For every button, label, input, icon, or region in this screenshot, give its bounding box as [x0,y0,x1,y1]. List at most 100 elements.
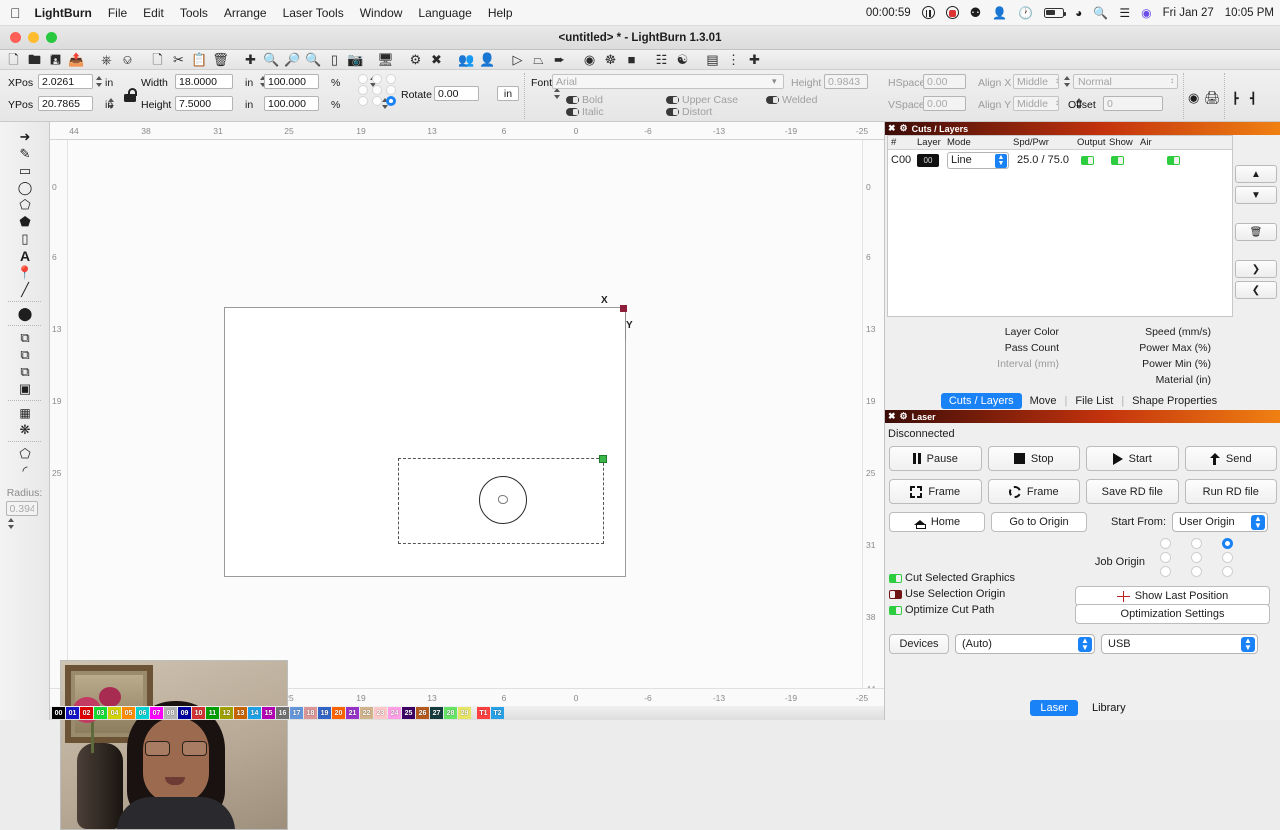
rotate-icon[interactable]: ➨ [550,51,569,69]
small-blob-shape[interactable] [498,495,508,504]
layer-color-palette[interactable]: 00 01 02 03 04 05 06 07 08 09 10 11 12 13 14 15 16 17 18 19… [50,706,934,720]
menu-language[interactable]: Language [418,6,471,20]
move-down-button[interactable]: ▼ [1235,186,1277,204]
cut-selected-graphics-toggle[interactable] [889,573,902,583]
palette-swatch-25[interactable]: 25 [402,707,415,719]
pen-tool[interactable]: ✎ [0,145,50,162]
menubar-time-label[interactable]: 10:05 PM [1225,7,1274,19]
text-tool[interactable]: A [0,247,50,264]
cut-selected-graphics-option[interactable]: Cut Selected Graphics [889,572,1277,584]
array-icon[interactable]: ▤ [703,51,722,69]
job-origin-middle-right[interactable] [1222,552,1233,563]
uppercase-toggle[interactable]: Upper Case [666,94,738,106]
optimization-settings-button[interactable]: Optimization Settings [1075,604,1270,624]
start-from-select[interactable]: User Origin ▲ ▼ [1172,512,1269,532]
measure-icon[interactable]: ⋮ [724,51,743,69]
menu-help[interactable]: Help [488,6,513,20]
tab-move[interactable]: Move [1022,393,1065,409]
job-origin-top-center[interactable] [1191,538,1202,549]
palette-swatch-15[interactable]: 15 [262,707,275,719]
anchor-middle-center[interactable] [372,85,382,95]
screen-share-icon[interactable]: ⚉ [970,5,982,21]
webcam-overlay[interactable] [60,660,288,830]
tab-shape-properties[interactable]: Shape Properties [1124,393,1225,409]
offset-input[interactable] [1103,96,1163,111]
boolean-intersect-tool[interactable]: ▣ [0,380,50,397]
row-layer-chip-wrap[interactable]: 00 [914,153,944,167]
width-input[interactable] [175,74,233,89]
table-row[interactable]: C00 00 Line ▲ ▼ 25.0 / 75.0 [888,150,1232,170]
job-origin-top-left[interactable] [1160,538,1171,549]
width-percent-input[interactable] [264,74,319,89]
palette-tool-layer-T1[interactable]: T1 [477,707,490,719]
ruler-top[interactable]: 44 38 31 25 19 13 6 0 -6 -13 -19 -25 [50,122,884,140]
palette-swatch-26[interactable]: 26 [416,707,429,719]
device-chevron-icon[interactable]: ▲ ▼ [1078,637,1092,652]
tab-laser[interactable]: Laser [1030,700,1078,716]
print-icon[interactable]: 🖨 [1204,90,1221,106]
move-up-button[interactable]: ▲ [1235,165,1277,183]
boolean-union-tool[interactable]: ⧉ [0,346,50,363]
offset-icon[interactable]: ☷ [652,51,671,69]
pause-button[interactable]: Pause [889,446,982,471]
bold-toggle[interactable]: Bold [566,94,603,106]
ungroup-icon[interactable]: 👤 [478,51,497,69]
open-file-icon[interactable]: 🖿 [25,51,44,69]
align-y-chevron-icon[interactable]: ↕ [1055,98,1059,107]
ellipse-tool[interactable]: ◯ [0,179,50,196]
row-output-wrap[interactable] [1076,155,1108,165]
zoom-in-icon[interactable]: 🔍 [262,51,281,69]
node-edit-tool[interactable]: ⬤ [0,305,50,322]
anchor-bottom-left[interactable] [358,96,368,106]
node-edit-icon[interactable]: ☯ [673,51,692,69]
xpos-stepper[interactable] [94,74,103,89]
weld-icon[interactable]: ☸ [601,51,620,69]
siri-icon[interactable]: ◉ [1141,6,1151,20]
palette-swatch-13[interactable]: 13 [234,707,247,719]
font-select[interactable]: Arial [552,74,784,89]
rotate-input[interactable] [434,86,479,101]
height-percent-input[interactable] [264,96,319,111]
vspace-input[interactable] [923,96,966,111]
zoom-out-icon[interactable]: 🔎 [283,51,302,69]
palette-swatch-19[interactable]: 19 [318,707,331,719]
float-panel-icon[interactable]: ⚙ [900,411,908,422]
refresh-icon[interactable]: ◉ [1188,90,1199,106]
camera-icon[interactable]: 📷 [346,51,365,69]
job-origin-top-right[interactable] [1222,538,1233,549]
closed-shape-tool[interactable]: ⬟ [0,213,50,230]
menu-window[interactable]: Window [360,6,403,20]
anchor-top-center[interactable] [372,74,382,84]
center-icon[interactable]: ✚ [745,51,764,69]
mirror-v-icon[interactable]: ⏢ [529,51,548,69]
palette-swatch-21[interactable]: 21 [346,707,359,719]
zoom-selection-icon[interactable]: ▯ [325,51,344,69]
close-panel-icon[interactable]: ✖ [888,411,896,422]
align-center-icon[interactable]: ◉ [580,51,599,69]
offset-shapes-tool[interactable]: ⧉ [0,329,50,346]
anchor-point-grid[interactable] [358,74,400,107]
pause-circle-icon[interactable] [921,6,935,19]
welded-switch-icon[interactable] [766,96,779,105]
corner-round-tool[interactable]: ⬠ [0,445,50,462]
hspace-input[interactable] [923,74,966,89]
palette-swatch-02[interactable]: 02 [80,707,93,719]
job-origin-middle-left[interactable] [1160,552,1171,563]
connection-select[interactable]: USB ▲ ▼ [1101,634,1258,654]
start-button[interactable]: Start [1086,446,1179,471]
open-shape-tool[interactable]: ▯ [0,230,50,247]
send-button[interactable]: Send [1184,446,1277,471]
palette-swatch-16[interactable]: 16 [276,707,289,719]
boolean-subtract-tool[interactable]: ⧉ [0,363,50,380]
palette-swatch-18[interactable]: 18 [304,707,317,719]
search-icon[interactable]: 🔍 [1093,6,1108,20]
align-x-select[interactable]: Middle [1013,74,1059,89]
palette-swatch-04[interactable]: 04 [108,707,121,719]
redo-icon[interactable]: ⎉ [118,51,137,69]
frame-square-button[interactable]: Frame [889,479,982,504]
move-icon[interactable]: ✚ [241,51,260,69]
design-canvas[interactable]: 44 38 31 25 19 13 6 0 -6 -13 -19 -25 0 6… [50,122,934,830]
copy-icon[interactable]: 🗋 [148,51,167,69]
menu-file[interactable]: File [108,6,127,20]
close-panel-icon[interactable]: ✖ [888,123,896,134]
